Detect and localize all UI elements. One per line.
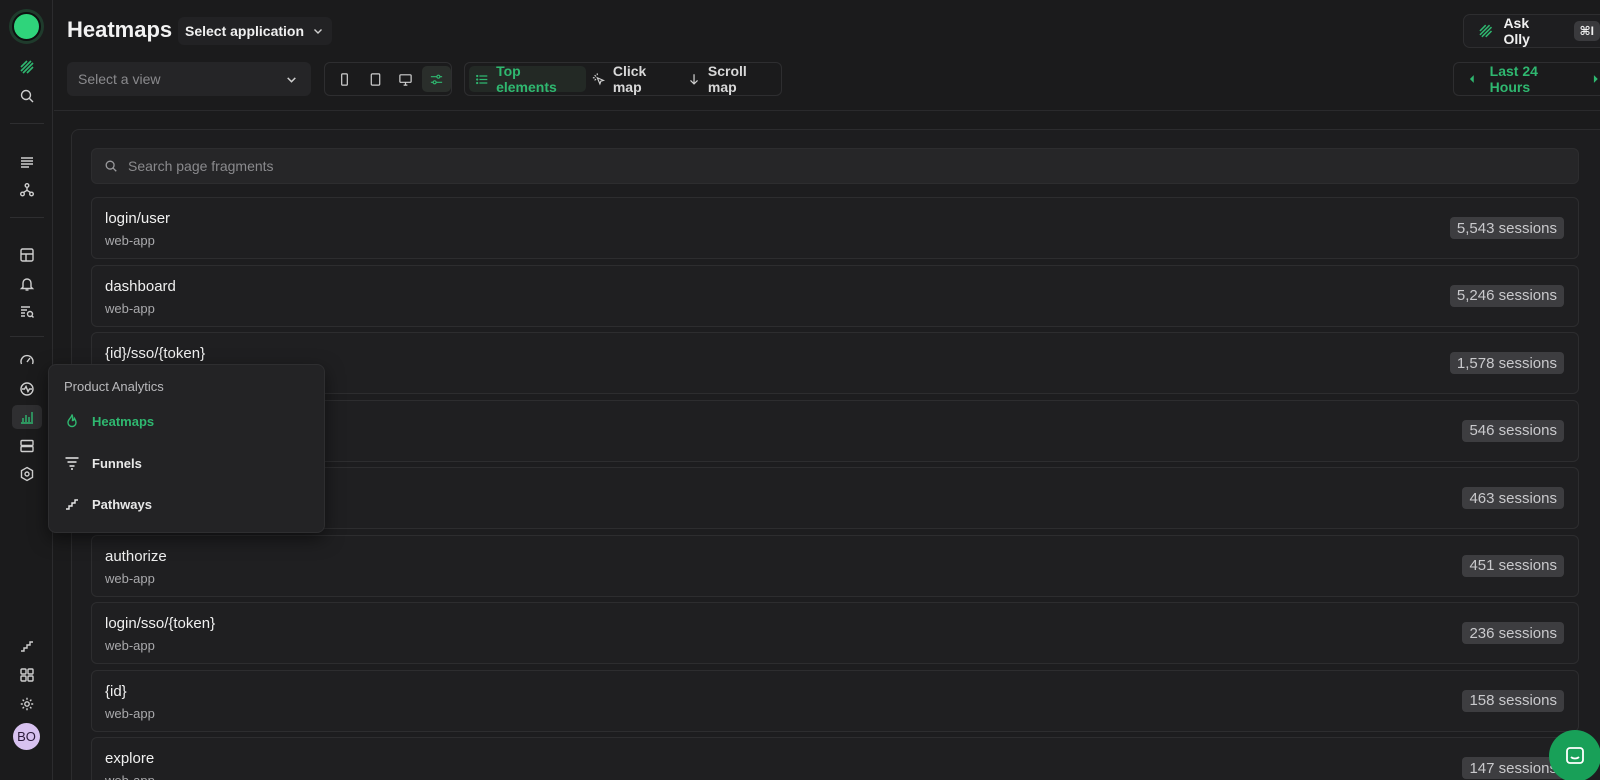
monitoring-icon[interactable] bbox=[12, 377, 42, 401]
application-select-label: Select application bbox=[185, 23, 305, 39]
fragment-name: login/sso/{token} bbox=[105, 615, 216, 632]
fragment-row[interactable]: login/sso/{token} web-app 236 sessions bbox=[91, 602, 1579, 664]
page-title: Heatmaps bbox=[67, 17, 173, 42]
menu-item-pathways[interactable]: Pathways bbox=[64, 496, 152, 512]
search-icon bbox=[105, 160, 117, 172]
menu-item-label: Heatmaps bbox=[92, 413, 155, 429]
ask-olly-button[interactable]: Ask Olly ⌘I bbox=[1463, 14, 1600, 48]
device-toggle-group bbox=[324, 62, 452, 96]
performance-gauge-icon[interactable] bbox=[12, 348, 42, 372]
heatmap-mode-group: Top elements Click map Scroll map bbox=[464, 62, 782, 96]
menu-item-label: Pathways bbox=[92, 496, 152, 512]
shortcut-badge: ⌘I bbox=[1573, 21, 1600, 41]
sessions-badge: 546 sessions bbox=[1462, 419, 1564, 442]
fragment-name: authorize bbox=[105, 547, 167, 565]
chat-icon bbox=[1566, 747, 1584, 764]
fragment-name: login/user bbox=[105, 210, 171, 227]
arrow-down-icon bbox=[689, 73, 698, 85]
sessions-badge: 5,543 sessions bbox=[1449, 217, 1564, 239]
sliders-icon bbox=[431, 74, 443, 84]
infrastructure-icon[interactable] bbox=[12, 434, 42, 458]
device-tablet-button[interactable] bbox=[361, 66, 390, 92]
device-desktop-button[interactable] bbox=[392, 66, 421, 92]
ask-olly-label: Ask Olly bbox=[1503, 15, 1530, 47]
sessions-badge: 451 sessions bbox=[1462, 554, 1564, 577]
time-range-label: Last 24 Hours bbox=[1489, 63, 1538, 95]
chevron-down-icon bbox=[314, 29, 323, 34]
caret-right-icon[interactable] bbox=[1592, 74, 1600, 84]
fragment-row[interactable]: authorize web-app 451 sessions bbox=[91, 534, 1579, 597]
list-icon bbox=[476, 74, 488, 84]
time-range-picker[interactable]: Last 24 Hours bbox=[1453, 62, 1600, 96]
logs-icon[interactable] bbox=[12, 150, 42, 174]
fragment-app: web-app bbox=[105, 300, 155, 316]
cursor-click-icon bbox=[592, 72, 605, 86]
mode-top-elements[interactable]: Top elements bbox=[469, 63, 586, 95]
mobile-icon bbox=[340, 72, 348, 86]
funnel-icon bbox=[65, 457, 79, 470]
service-map-icon[interactable] bbox=[12, 178, 42, 202]
flame-icon bbox=[67, 414, 77, 428]
sessions-badge: 463 sessions bbox=[1462, 487, 1564, 509]
tablet-icon bbox=[370, 72, 380, 86]
fragment-name: {id}/sso/{token} bbox=[105, 345, 206, 362]
sessions-badge: 1,578 sessions bbox=[1449, 352, 1564, 374]
search-icon[interactable] bbox=[12, 84, 42, 108]
fragment-app: web-app bbox=[105, 638, 155, 653]
application-select[interactable]: Select application bbox=[178, 17, 333, 45]
fragment-app: web-app bbox=[105, 233, 155, 248]
left-rail: BO bbox=[0, 0, 53, 780]
mode-label: Top elements bbox=[496, 63, 557, 95]
menu-item-heatmaps[interactable]: Heatmaps bbox=[64, 413, 154, 429]
desktop-icon bbox=[399, 73, 413, 86]
sessions-badge: 236 sessions bbox=[1462, 622, 1564, 644]
sessions-badge: 158 sessions bbox=[1462, 689, 1564, 712]
user-avatar[interactable]: BO bbox=[13, 723, 40, 750]
fragment-row[interactable]: explore web-app 147 sessions bbox=[91, 737, 1579, 780]
menu-heading: Product Analytics bbox=[64, 379, 164, 394]
view-select[interactable]: Select a view bbox=[67, 62, 311, 96]
settings-gear-icon[interactable] bbox=[12, 692, 42, 716]
integrations-icon[interactable] bbox=[12, 462, 42, 486]
alerts-bell-icon[interactable] bbox=[12, 272, 42, 296]
olly-icon[interactable] bbox=[12, 55, 42, 79]
pathways-icon[interactable] bbox=[12, 634, 42, 658]
view-select-placeholder: Select a view bbox=[78, 71, 161, 87]
workspace-logo[interactable] bbox=[12, 12, 41, 41]
apps-grid-icon[interactable] bbox=[12, 663, 42, 687]
fragment-row[interactable]: login/user web-app 5,543 sessions bbox=[91, 197, 1579, 259]
log-search-icon[interactable] bbox=[12, 300, 42, 324]
mode-scroll-map[interactable]: Scroll map bbox=[681, 63, 781, 95]
chevron-down-icon bbox=[287, 76, 296, 83]
mode-label: Click map bbox=[612, 63, 647, 95]
product-analytics-menu: Product Analytics Heatmaps Funnels Pathw… bbox=[48, 364, 325, 533]
fragment-name: {id} bbox=[105, 682, 127, 700]
pathways-icon bbox=[66, 499, 78, 510]
sessions-badge: 5,246 sessions bbox=[1449, 284, 1564, 307]
device-settings-button[interactable] bbox=[422, 66, 451, 92]
fragment-row[interactable]: {id} web-app 158 sessions bbox=[91, 669, 1579, 732]
mode-label: Scroll map bbox=[707, 63, 747, 95]
fragment-app: web-app bbox=[105, 773, 155, 780]
product-analytics-icon[interactable] bbox=[12, 405, 42, 429]
header-divider bbox=[54, 110, 1600, 111]
caret-left-icon[interactable] bbox=[1468, 74, 1476, 84]
fragment-row[interactable]: dashboard web-app 5,246 sessions bbox=[91, 264, 1579, 327]
fragment-app: web-app bbox=[105, 570, 155, 586]
dashboards-icon[interactable] bbox=[12, 243, 42, 267]
fragment-name: explore bbox=[105, 750, 155, 767]
menu-item-funnels[interactable]: Funnels bbox=[64, 455, 142, 471]
search-input[interactable] bbox=[128, 158, 728, 174]
fragment-name: dashboard bbox=[105, 277, 176, 295]
chat-launcher-button[interactable] bbox=[1549, 730, 1600, 780]
fragment-app: web-app bbox=[105, 705, 155, 721]
mode-click-map[interactable]: Click map bbox=[586, 63, 681, 95]
device-mobile-button[interactable] bbox=[330, 66, 359, 92]
menu-item-label: Funnels bbox=[92, 455, 142, 471]
olly-icon bbox=[1479, 24, 1493, 38]
fragment-search[interactable] bbox=[91, 148, 1579, 184]
